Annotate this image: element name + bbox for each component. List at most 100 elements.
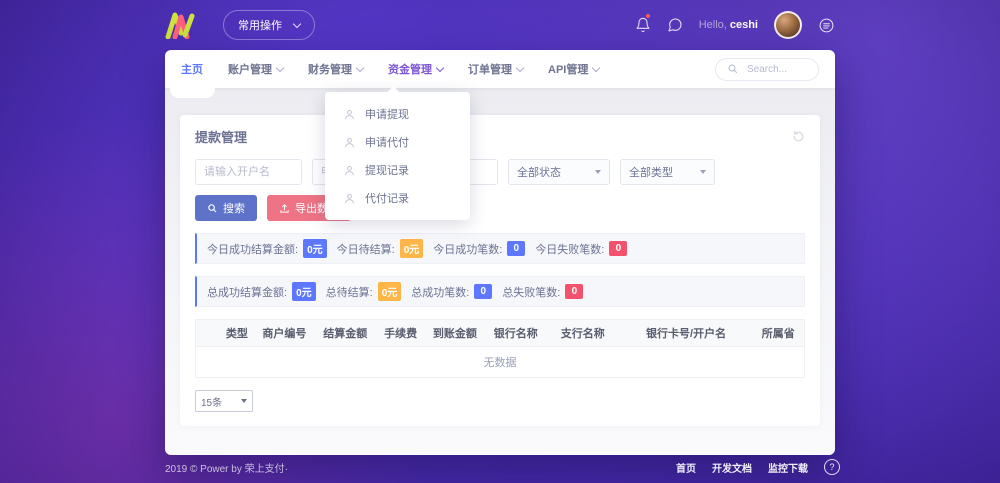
- message-icon[interactable]: [667, 17, 683, 33]
- chevron-down-icon: [516, 63, 524, 71]
- help-icon[interactable]: ?: [824, 459, 840, 475]
- stat-item: 今日失败笔数: 0: [535, 241, 627, 257]
- today-stats-bar: 今日成功结算金额: 0元 今日待结算: 0元 今日成功笔数: 0 今日失败笔数:…: [195, 233, 805, 264]
- search-button[interactable]: 搜索: [195, 195, 257, 221]
- username: ceshi: [730, 19, 758, 31]
- status-select[interactable]: 全部状态: [508, 159, 610, 185]
- type-select-value: 全部类型: [629, 164, 673, 180]
- stat-item: 今日待结算: 0元: [337, 239, 424, 258]
- nav-search-input[interactable]: [745, 63, 807, 76]
- nav-item-label: 订单管理: [468, 61, 512, 77]
- col-merchant-id: 商户编号: [256, 320, 317, 347]
- search-button-label: 搜索: [223, 200, 245, 216]
- stat-badge: 0元: [292, 282, 316, 301]
- stat-badge: 0: [507, 241, 525, 256]
- greeting: Hello,ceshi: [699, 19, 758, 31]
- total-stats-bar: 总成功结算金额: 0元 总待结算: 0元 总成功笔数: 0 总失败笔数: 0: [195, 276, 805, 307]
- nav-item-api[interactable]: API管理: [548, 61, 599, 77]
- nav-item-label: 账户管理: [228, 61, 272, 77]
- stat-item: 今日成功结算金额: 0元: [207, 239, 327, 258]
- stat-item: 今日成功笔数: 0: [433, 241, 525, 257]
- dropdown-item-apply-withdraw[interactable]: 申请提现: [325, 100, 470, 128]
- button-row: 搜索 导出数据: [195, 195, 805, 221]
- header-left: 常用操作: [165, 10, 315, 40]
- desktop-background: 常用操作 Hello,ceshi: [0, 0, 1000, 483]
- user-icon: [343, 192, 356, 205]
- main-nav: 主页 账户管理 财务管理 资金管理 订单管理: [165, 50, 835, 88]
- col-select: [196, 320, 220, 347]
- nav-item-label: API管理: [548, 61, 588, 77]
- menu-circle-icon[interactable]: [818, 17, 835, 34]
- panel-head: 提款管理: [195, 127, 805, 146]
- refresh-icon[interactable]: [792, 130, 805, 143]
- dropdown-item-payout-records[interactable]: 代付记录: [325, 184, 470, 212]
- funds-dropdown-menu: 申请提现 申请代付 提现记录: [325, 92, 470, 220]
- stat-item: 总待结算: 0元: [326, 282, 402, 301]
- stat-label: 今日成功结算金额:: [207, 241, 298, 257]
- stat-label: 今日失败笔数:: [535, 241, 604, 257]
- stat-label: 总成功结算金额:: [207, 284, 287, 300]
- withdraw-panel: 提款管理 全部状态 全部类型: [180, 115, 820, 426]
- nav-item-label: 主页: [181, 61, 203, 77]
- footer-link-monitor[interactable]: 监控下载: [768, 460, 808, 475]
- quick-actions-button[interactable]: 常用操作: [223, 10, 315, 40]
- stat-badge: 0元: [400, 239, 424, 258]
- stat-badge: 0元: [303, 239, 327, 258]
- nav-item-accounts[interactable]: 账户管理: [228, 61, 283, 77]
- avatar[interactable]: [774, 11, 802, 39]
- nav-item-label: 资金管理: [388, 61, 432, 77]
- footer-link-docs[interactable]: 开发文档: [712, 460, 752, 475]
- stat-item: 总成功结算金额: 0元: [207, 282, 316, 301]
- nav-item-funds[interactable]: 资金管理: [388, 61, 443, 77]
- user-icon: [343, 164, 356, 177]
- dropdown-item-label: 申请代付: [365, 134, 409, 150]
- greeting-prefix: Hello,: [699, 19, 727, 31]
- col-arrival-amount: 到账金额: [427, 320, 488, 347]
- account-name-input[interactable]: [195, 159, 302, 185]
- results-table: 类型 商户编号 结算金额 手续费 到账金额 银行名称 支行名称 银行卡号/开户名…: [195, 319, 805, 378]
- footer-link-home[interactable]: 首页: [676, 460, 696, 475]
- notification-bell-icon[interactable]: [635, 17, 651, 33]
- page-size-select[interactable]: 15条: [195, 390, 253, 412]
- chevron-down-icon: [436, 63, 444, 71]
- stat-label: 总失败笔数:: [502, 284, 560, 300]
- nav-item-finance[interactable]: 财务管理: [308, 61, 363, 77]
- search-icon: [727, 63, 739, 75]
- col-bank-name: 银行名称: [488, 320, 555, 347]
- stat-label: 今日待结算:: [337, 241, 395, 257]
- stat-badge: 0: [565, 284, 583, 299]
- nav-item-label: 财务管理: [308, 61, 352, 77]
- user-icon: [343, 108, 356, 121]
- quick-actions-label: 常用操作: [238, 17, 282, 33]
- dropdown-item-label: 代付记录: [365, 190, 409, 206]
- col-branch-name: 支行名称: [555, 320, 640, 347]
- col-type: 类型: [220, 320, 257, 347]
- search-icon: [207, 203, 218, 214]
- dropdown-item-apply-payout[interactable]: 申请代付: [325, 128, 470, 156]
- stat-badge: 0: [609, 241, 627, 256]
- user-icon: [343, 136, 356, 149]
- stat-label: 总待结算:: [326, 284, 373, 300]
- stat-label: 今日成功笔数:: [433, 241, 502, 257]
- app-footer: 2019 © Power by 荣上支付· 首页 开发文档 监控下载 ?: [165, 459, 840, 475]
- card-body: 申请提现 申请代付 提现记录: [165, 88, 835, 455]
- status-select-value: 全部状态: [517, 164, 561, 180]
- dropdown-item-withdraw-records[interactable]: 提现记录: [325, 156, 470, 184]
- nav-items: 主页 账户管理 财务管理 资金管理 订单管理: [181, 61, 599, 77]
- stat-badge: 0元: [378, 282, 402, 301]
- nav-item-orders[interactable]: 订单管理: [468, 61, 523, 77]
- col-fee: 手续费: [378, 320, 427, 347]
- notification-dot: [646, 14, 650, 18]
- chevron-down-icon: [592, 63, 600, 71]
- filter-row: 全部状态 全部类型: [195, 159, 805, 185]
- type-select[interactable]: 全部类型: [620, 159, 715, 185]
- nav-item-home[interactable]: 主页: [181, 61, 203, 77]
- stat-badge: 0: [474, 284, 492, 299]
- stat-item: 总失败笔数: 0: [502, 284, 583, 300]
- app-header: 常用操作 Hello,ceshi: [165, 0, 835, 50]
- copyright: 2019 © Power by 荣上支付·: [165, 460, 288, 475]
- table-header-row: 类型 商户编号 结算金额 手续费 到账金额 银行名称 支行名称 银行卡号/开户名…: [196, 320, 805, 347]
- stat-label: 总成功笔数:: [411, 284, 469, 300]
- app-logo-icon: [165, 11, 195, 39]
- nav-search[interactable]: [715, 58, 819, 81]
